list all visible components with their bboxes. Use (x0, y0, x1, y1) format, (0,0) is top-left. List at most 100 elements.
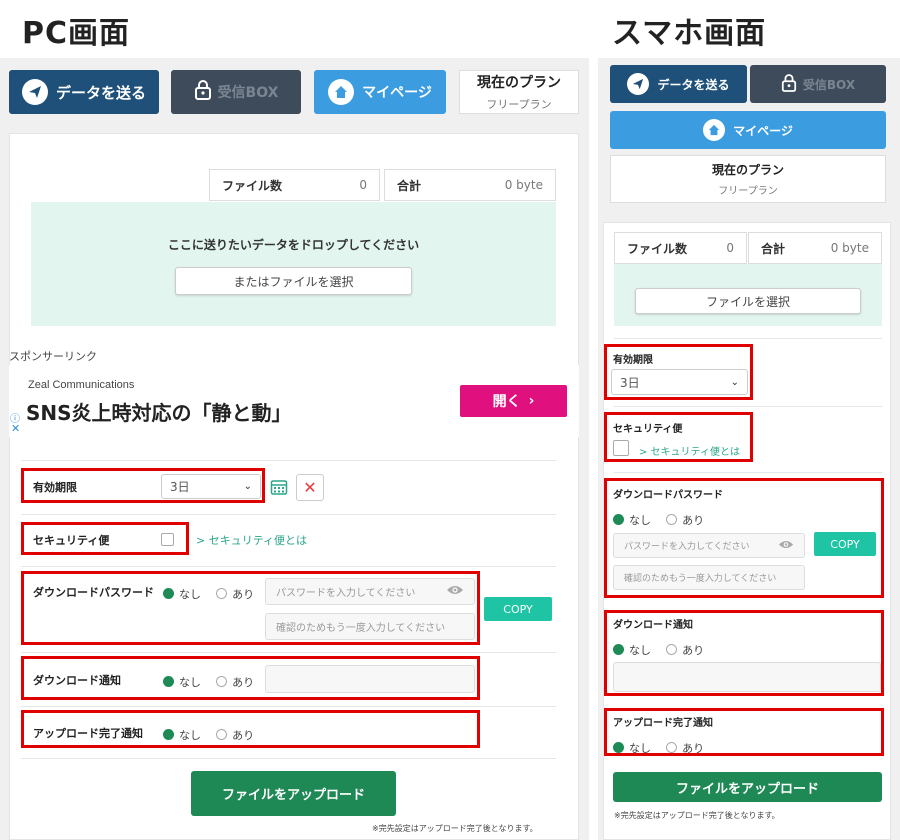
download-notify-yes-radio[interactable] (216, 676, 228, 687)
security-label: セキュリティ便 (33, 534, 110, 547)
divider (21, 566, 556, 567)
upload-notify-label: アップロード完了通知 (33, 727, 143, 740)
copy-password-button[interactable]: COPY (484, 597, 552, 621)
mobile-password-label: ダウンロードパスワード (613, 490, 723, 501)
mypage-button[interactable]: マイページ (314, 70, 446, 114)
mobile-security-info-link[interactable]: > セキュリティ便とは (639, 443, 740, 458)
pc-heading: PC画面 (22, 16, 131, 51)
mobile-copy-password-button[interactable]: COPY (814, 532, 876, 556)
mobile-upload-button[interactable]: ファイルをアップロード (613, 772, 882, 802)
divider (614, 472, 882, 473)
ad-headline[interactable]: SNS炎上時対応の「静と動」 (26, 397, 292, 426)
plan-name: フリープラン (486, 98, 552, 111)
file-count-box: ファイル数 0 (209, 169, 380, 201)
upload-notify-radio-group: なし あり (163, 724, 264, 743)
expiry-value: 3日 (170, 480, 190, 494)
file-count-label: ファイル数 (222, 178, 283, 193)
clear-expiry-icon[interactable]: ✕ (296, 474, 324, 501)
divider (21, 706, 556, 707)
upload-notify-yes-radio[interactable] (216, 729, 228, 740)
mypage-label: マイページ (362, 85, 432, 101)
inbox-button[interactable]: 受信BOX (171, 70, 301, 114)
download-notify-radio-group: なし あり (163, 671, 264, 690)
upload-notify-yes-label: あり (232, 728, 255, 742)
lock-icon (194, 80, 212, 104)
mobile-password-yes-label: あり (682, 513, 705, 527)
download-notify-none-label: なし (179, 675, 201, 689)
mobile-download-notify-yes-radio[interactable] (666, 644, 678, 655)
mobile-send-data-button[interactable]: データを送る (610, 65, 747, 103)
password-yes-radio[interactable] (216, 588, 228, 599)
divider (21, 460, 556, 461)
mobile-heading: スマホ画面 (612, 16, 767, 51)
password-placeholder: パスワードを入力してください (276, 588, 416, 599)
mobile-mypage-button[interactable]: マイページ (610, 111, 886, 149)
mobile-plan-title: 現在のプラン (711, 163, 784, 177)
mobile-current-plan: 現在のプラン フリープラン (610, 155, 886, 203)
mobile-password-input[interactable]: パスワードを入力してください (613, 533, 805, 558)
mobile-upload-notify-label: アップロード完了通知 (613, 718, 713, 729)
lock-icon (781, 73, 797, 95)
security-info-link[interactable]: > セキュリティ便とは (196, 532, 307, 548)
mobile-password-radio-group: なし あり (613, 509, 714, 528)
mobile-select-file-button[interactable]: ファイルを選択 (635, 288, 861, 314)
download-notify-none-radio[interactable] (163, 676, 174, 687)
file-count-value: 0 (359, 178, 367, 192)
download-notify-email-input[interactable] (265, 665, 475, 693)
mobile-plan-name: フリープラン (718, 186, 778, 197)
password-confirm-input[interactable]: 確認のためもう一度入力してください (265, 613, 475, 640)
paper-plane-icon (627, 73, 650, 95)
mobile-security-label: セキュリティ便 (613, 424, 683, 435)
upload-notify-none-label: なし (179, 728, 201, 742)
mobile-total-label: 合計 (761, 241, 786, 256)
divider (21, 758, 556, 759)
mobile-password-yes-radio[interactable] (666, 514, 678, 525)
mobile-password-none-label: なし (629, 513, 651, 527)
eye-icon[interactable] (446, 584, 464, 599)
mobile-expiry-label: 有効期限 (613, 355, 653, 366)
mobile-download-notify-none-radio[interactable] (613, 644, 624, 655)
eye-icon[interactable] (778, 539, 794, 553)
download-notify-yes-label: あり (232, 675, 255, 689)
upload-note: ※完先設定はアップロード完了後となります。 (372, 824, 538, 833)
mobile-password-none-radio[interactable] (613, 514, 624, 525)
password-input[interactable]: パスワードを入力してください (265, 578, 475, 605)
mobile-password-confirm-input[interactable]: 確認のためもう一度入力してください (613, 565, 805, 590)
mobile-mypage-label: マイページ (733, 123, 793, 138)
sponsor-label: スポンサーリンク (9, 350, 97, 363)
mobile-total-size-box: 合計 0 byte (748, 232, 882, 264)
mobile-download-notify-email-input[interactable] (613, 662, 881, 692)
select-file-button[interactable]: またはファイルを選択 (175, 267, 412, 295)
mobile-file-count-value: 0 (726, 241, 734, 255)
drop-zone[interactable] (31, 202, 556, 326)
mobile-file-count-box: ファイル数 0 (614, 232, 747, 264)
send-data-button[interactable]: データを送る (9, 70, 159, 114)
mobile-security-checkbox[interactable] (613, 440, 629, 456)
mobile-download-notify-radio-group: なし あり (613, 639, 714, 658)
total-label: 合計 (397, 178, 422, 193)
ad-close-icon[interactable]: ✕ (11, 422, 20, 435)
mobile-password-placeholder: パスワードを入力してください (624, 542, 750, 552)
mobile-upload-notify-none-radio[interactable] (613, 742, 624, 753)
security-checkbox[interactable] (161, 533, 174, 546)
send-data-label: データを送る (55, 83, 146, 102)
divider (614, 338, 882, 339)
chevron-down-icon: ⌄ (243, 481, 252, 492)
expiry-select[interactable]: 3日 ⌄ (161, 474, 261, 499)
ad-open-label: 開く (492, 394, 521, 410)
upload-button[interactable]: ファイルをアップロード (191, 771, 396, 816)
divider (21, 652, 556, 653)
ad-open-button[interactable]: 開く › (460, 385, 567, 417)
mobile-inbox-button[interactable]: 受信BOX (750, 65, 886, 103)
password-none-radio[interactable] (163, 588, 174, 599)
home-icon (703, 119, 726, 141)
expiry-label: 有効期限 (33, 481, 77, 494)
mobile-download-notify-label: ダウンロード通知 (613, 620, 693, 631)
mobile-inbox-label: 受信BOX (802, 77, 856, 92)
calendar-icon[interactable] (268, 476, 290, 498)
ad-advertiser: Zeal Communications (28, 379, 135, 391)
mobile-upload-notify-yes-radio[interactable] (666, 742, 678, 753)
mobile-download-notify-none-label: なし (629, 643, 651, 657)
upload-notify-none-radio[interactable] (163, 729, 174, 740)
mobile-expiry-select[interactable]: 3日 ⌄ (611, 369, 748, 395)
